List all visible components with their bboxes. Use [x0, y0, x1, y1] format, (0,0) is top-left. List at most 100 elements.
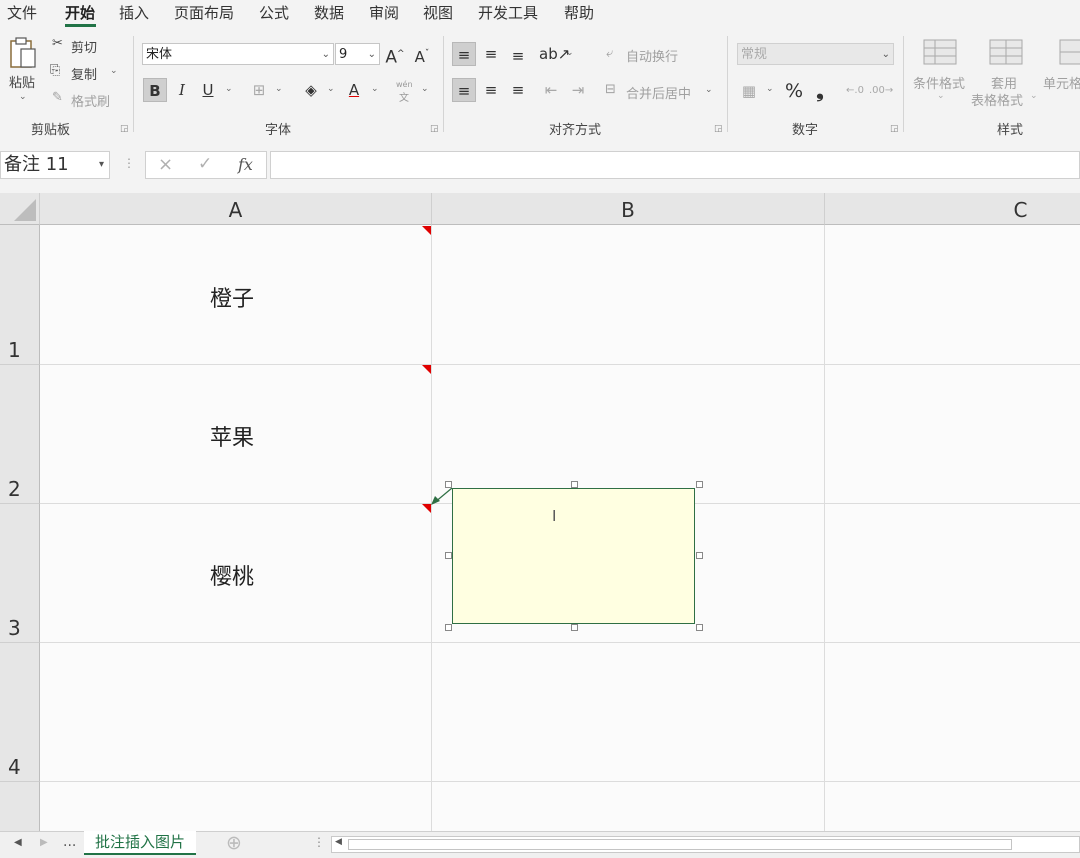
menu-home[interactable]: 开始: [65, 2, 95, 23]
fill-color-dropdown-icon[interactable]: ⌄: [327, 84, 335, 94]
merge-center-icon[interactable]: ⊟: [605, 82, 616, 97]
alignment-launcher-icon[interactable]: ◲: [714, 124, 723, 134]
orientation-dropdown-icon[interactable]: ⌄: [566, 48, 574, 58]
percent-button[interactable]: %: [782, 79, 806, 103]
cell-styles-icon[interactable]: [1058, 38, 1080, 66]
chevron-down-icon[interactable]: ▾: [99, 152, 104, 178]
comment-box[interactable]: I: [452, 488, 695, 624]
font-size-select[interactable]: 9 ⌄: [335, 43, 380, 65]
align-left-icon[interactable]: ≡: [452, 78, 476, 102]
underline-dropdown-icon[interactable]: ⌄: [225, 84, 233, 94]
resize-handle[interactable]: [445, 552, 452, 559]
number-format-select[interactable]: 常规 ⌄: [737, 43, 894, 65]
cut-button[interactable]: 剪切: [71, 37, 97, 56]
decrease-indent-icon[interactable]: ⇤: [539, 78, 563, 102]
add-sheet-button[interactable]: ⊕: [226, 832, 242, 854]
paste-button[interactable]: [8, 36, 40, 76]
cell-a2[interactable]: 苹果: [210, 420, 254, 452]
cell-a3[interactable]: 樱桃: [210, 559, 254, 591]
phonetic-icon[interactable]: 文: [399, 89, 409, 104]
decrease-font-size-icon[interactable]: Aˇ: [410, 42, 434, 66]
cell-a1[interactable]: 橙子: [210, 281, 254, 313]
clipboard-launcher-icon[interactable]: ◲: [120, 124, 129, 134]
italic-button[interactable]: I: [170, 78, 194, 102]
wrap-text-icon[interactable]: ⤶: [606, 46, 613, 61]
accounting-format-icon[interactable]: ▦: [737, 79, 761, 103]
comment-indicator-a1[interactable]: [422, 226, 431, 235]
resize-handle[interactable]: [571, 624, 578, 631]
name-box[interactable]: 备注 11 ▾: [0, 151, 110, 179]
chevron-down-icon[interactable]: ⌄: [937, 91, 945, 101]
resize-handle[interactable]: [696, 552, 703, 559]
row-header-3[interactable]: 3: [0, 504, 40, 643]
align-bottom-icon[interactable]: ≡: [506, 44, 530, 68]
row-header-4[interactable]: 4: [0, 643, 40, 782]
font-color-dropdown-icon[interactable]: ⌄: [371, 84, 379, 94]
merge-center-button[interactable]: 合并后居中: [626, 83, 691, 102]
phonetic-dropdown-icon[interactable]: ⌄: [421, 84, 429, 94]
menu-help[interactable]: 帮助: [564, 2, 594, 23]
drag-handle-icon[interactable]: ⋮: [123, 156, 135, 170]
scrollbar-thumb[interactable]: [348, 839, 1012, 850]
insert-function-icon[interactable]: fx: [238, 155, 253, 174]
underline-button[interactable]: U: [196, 78, 220, 102]
row-header-2[interactable]: 2: [0, 365, 40, 504]
scroll-left-arrow-icon[interactable]: ◀: [335, 837, 342, 847]
copy-button[interactable]: 复制: [71, 64, 97, 83]
menu-insert[interactable]: 插入: [119, 2, 149, 23]
cell-styles-button[interactable]: 单元格: [1043, 73, 1080, 92]
scroll-left-icon[interactable]: ◀: [14, 837, 22, 848]
horizontal-scrollbar[interactable]: ◀: [331, 836, 1080, 853]
sheet-tab-active[interactable]: 批注插入图片: [84, 831, 196, 855]
more-sheets-button[interactable]: ...: [63, 834, 76, 850]
chevron-down-icon[interactable]: ⌄: [1030, 91, 1038, 101]
cancel-icon[interactable]: ×: [158, 154, 173, 175]
resize-handle[interactable]: [696, 624, 703, 631]
decrease-decimal-icon[interactable]: .00→: [869, 79, 893, 103]
format-painter-button[interactable]: 格式刷: [71, 91, 110, 110]
drag-handle-icon[interactable]: ⋮: [313, 835, 325, 849]
increase-indent-icon[interactable]: ⇥: [566, 78, 590, 102]
select-all-corner[interactable]: [0, 193, 40, 225]
comment-indicator-a2[interactable]: [422, 365, 431, 374]
font-launcher-icon[interactable]: ◲: [430, 124, 439, 134]
border-dropdown-icon[interactable]: ⌄: [275, 84, 283, 94]
accounting-dropdown-icon[interactable]: ⌄: [766, 84, 774, 94]
cut-icon[interactable]: ✂: [52, 36, 63, 51]
menu-page-layout[interactable]: 页面布局: [174, 2, 234, 23]
font-name-select[interactable]: 宋体 ⌄: [142, 43, 334, 65]
conditional-format-icon[interactable]: [922, 38, 958, 66]
table-format-icon[interactable]: [988, 38, 1024, 66]
resize-handle[interactable]: [571, 481, 578, 488]
comma-style-button[interactable]: ❟: [808, 79, 832, 103]
scroll-right-icon[interactable]: ▶: [40, 837, 48, 848]
align-top-icon[interactable]: ≡: [452, 42, 476, 66]
fill-color-icon[interactable]: ◈: [299, 78, 323, 102]
border-icon[interactable]: ⊞: [247, 78, 271, 102]
number-launcher-icon[interactable]: ◲: [890, 124, 899, 134]
copy-icon[interactable]: ⎘: [50, 63, 60, 78]
menu-review[interactable]: 审阅: [369, 2, 399, 23]
column-header-c[interactable]: C: [825, 193, 1080, 225]
table-format-button[interactable]: 表格格式: [971, 90, 1023, 109]
bold-button[interactable]: B: [143, 78, 167, 102]
menu-view[interactable]: 视图: [423, 2, 453, 23]
enter-icon[interactable]: ✓: [198, 154, 212, 174]
orientation-icon[interactable]: ab↗: [539, 42, 570, 66]
resize-handle[interactable]: [445, 481, 452, 488]
format-painter-icon[interactable]: ✎: [52, 90, 63, 105]
increase-decimal-icon[interactable]: ←.0: [843, 79, 867, 103]
paste-dropdown-icon[interactable]: ⌄: [19, 92, 27, 102]
merge-dropdown-icon[interactable]: ⌄: [705, 85, 713, 95]
align-center-icon[interactable]: ≡: [479, 78, 503, 102]
row-header-1[interactable]: 1: [0, 225, 40, 365]
formula-input[interactable]: [270, 151, 1080, 179]
row-header-5[interactable]: [0, 782, 40, 831]
copy-dropdown-icon[interactable]: ⌄: [110, 66, 118, 76]
align-middle-icon[interactable]: ≡: [479, 42, 503, 66]
resize-handle[interactable]: [445, 624, 452, 631]
increase-font-size-icon[interactable]: A^: [383, 42, 407, 68]
conditional-format-button[interactable]: 条件格式: [913, 73, 965, 92]
align-right-icon[interactable]: ≡: [506, 78, 530, 102]
menu-data[interactable]: 数据: [314, 2, 344, 23]
